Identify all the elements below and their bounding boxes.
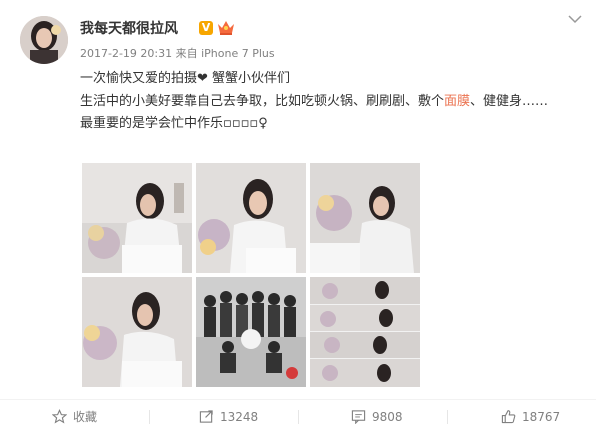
photo-thumbnail-1[interactable]	[82, 163, 192, 273]
repost-count: 13248	[220, 410, 259, 424]
like-count: 18767	[522, 410, 561, 424]
photo-thumbnail-2[interactable]	[196, 163, 306, 273]
chevron-down-icon[interactable]	[568, 14, 582, 24]
comment-count: 9808	[372, 410, 403, 424]
post-text-line-2-post: 、健健身……	[470, 93, 549, 109]
avatar[interactable]	[20, 16, 68, 64]
username[interactable]: 我每天都很拉风	[80, 20, 178, 38]
comment-button[interactable]: 9808	[351, 400, 403, 434]
divider	[298, 410, 299, 424]
divider	[149, 410, 150, 424]
photo-thumbnail-6[interactable]	[310, 277, 420, 387]
photo-thumbnail-3[interactable]	[310, 163, 420, 273]
like-button[interactable]: 18767	[501, 400, 560, 434]
photo-thumbnail-4[interactable]	[82, 277, 192, 387]
weibo-post-card: 我每天都很拉风 V 2017-2-19 20:31 来自 iPhone 7 Pl…	[0, 0, 596, 434]
repost-button[interactable]: 13248	[199, 400, 258, 434]
like-icon	[501, 410, 516, 424]
post-text: 一次愉快又爱的拍摄❤ 蟹蟹小伙伴们 生活中的小美好要靠自己去争取，比如吃顿火锅、…	[80, 68, 580, 136]
favorite-label: 收藏	[73, 410, 98, 424]
action-bar: 收藏 13248 9808 18767	[0, 399, 596, 434]
comment-icon	[351, 410, 366, 425]
post-text-line-2: 生活中的小美好要靠自己去争取，比如吃顿火锅、刷刷剧、敷个面膜、健健身……	[80, 91, 580, 114]
repost-icon	[199, 410, 213, 423]
crown-icon	[218, 21, 234, 35]
post-meta: 2017-2-19 20:31 来自 iPhone 7 Plus	[80, 47, 275, 60]
topic-link-mask[interactable]: 面膜	[444, 94, 470, 109]
photo-thumbnail-5[interactable]	[196, 277, 306, 387]
post-text-line-3: 最重要的是学会忙中作乐▫▫▫▫♀	[80, 116, 268, 131]
favorite-button[interactable]: 收藏	[51, 400, 98, 434]
verified-badge: V	[199, 21, 213, 35]
divider	[447, 410, 448, 424]
post-text-line-1: 一次愉快又爱的拍摄❤ 蟹蟹小伙伴们	[80, 71, 291, 86]
post-text-line-2-pre: 生活中的小美好要靠自己去争取，比如吃顿火锅、刷刷剧、敷个	[80, 93, 445, 109]
star-icon	[51, 409, 68, 424]
